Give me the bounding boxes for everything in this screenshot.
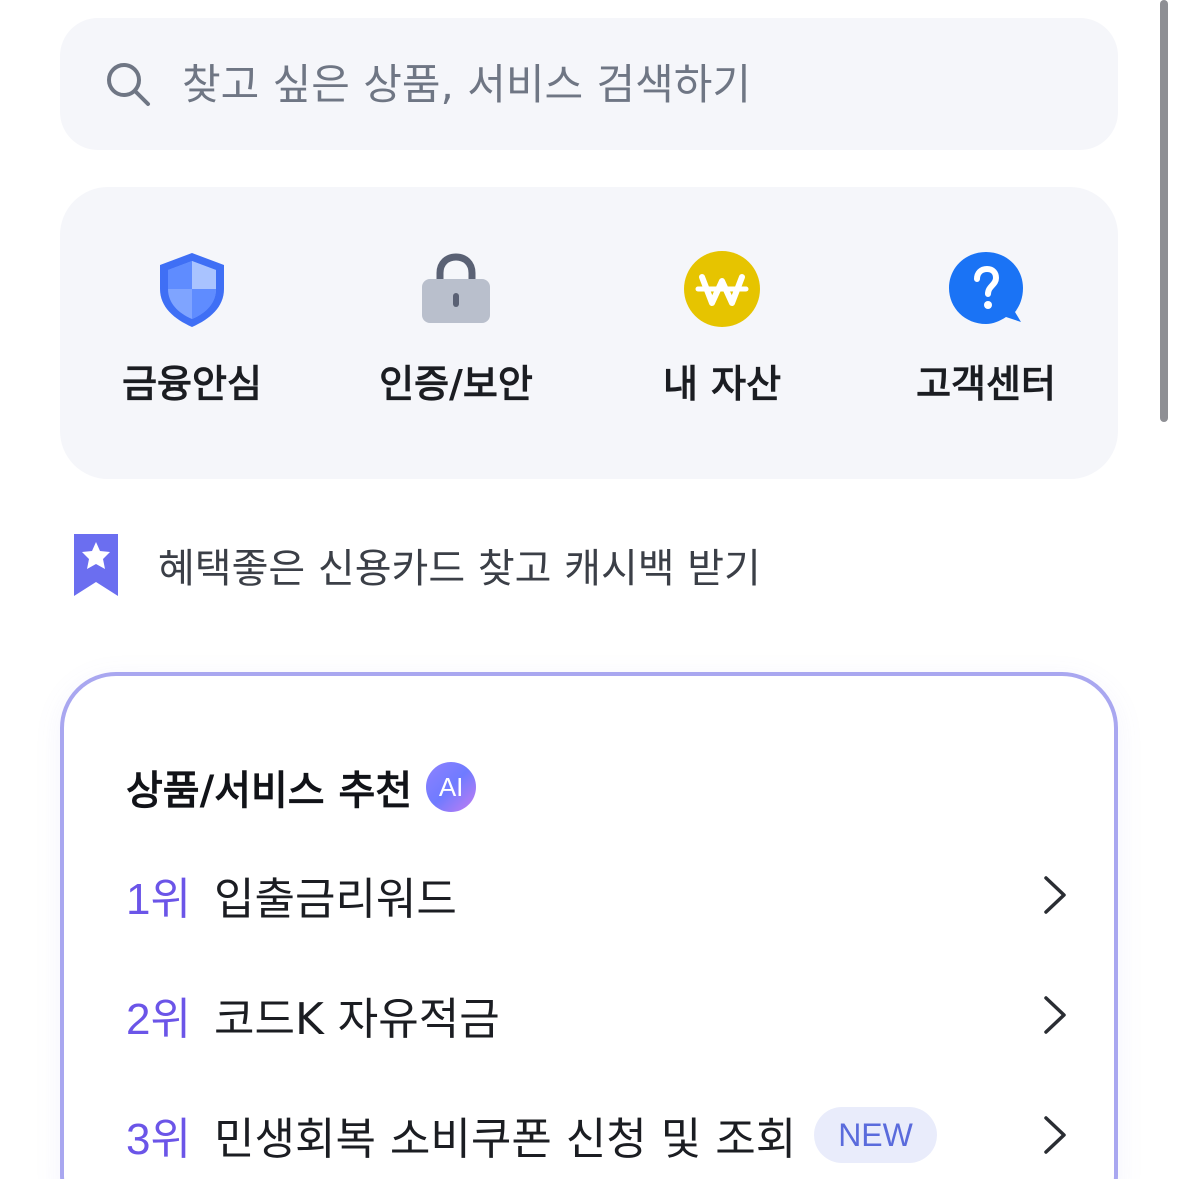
quick-menu-auth-security[interactable]: 인증/보안 [324, 187, 588, 479]
quick-menu-customer-center[interactable]: 고객센터 [854, 187, 1118, 479]
search-input[interactable] [182, 59, 1062, 109]
lock-icon [422, 253, 490, 323]
recommendation-title: 상품/서비스 추천 [126, 768, 413, 814]
rank-label: 3위 [126, 1115, 191, 1164]
recommendation-card: 상품/서비스 추천 AI 1위 입출금리워드 2위 코드K 자유적금 3위 민생… [60, 672, 1118, 1179]
recommendation-header: 상품/서비스 추천 AI [126, 758, 477, 816]
bookmark-star-icon [74, 534, 118, 596]
chevron-right-icon [1044, 876, 1066, 914]
help-bubble-icon [949, 252, 1023, 324]
promo-text: 혜택좋은 신용카드 찾고 캐시백 받기 [158, 546, 761, 592]
search-bar[interactable] [60, 18, 1118, 150]
rank-label: 2위 [126, 995, 191, 1044]
quick-menu-label: 내 자산 [662, 362, 782, 406]
chevron-right-icon [1044, 996, 1066, 1034]
item-name: 입출금리워드 [214, 874, 457, 925]
recommendation-item[interactable]: 1위 입출금리워드 [126, 860, 1066, 930]
item-name: 코드K 자유적금 [214, 994, 500, 1045]
quick-menu-financial-safety[interactable]: 금융안심 [60, 187, 324, 479]
new-badge: NEW [814, 1107, 937, 1163]
quick-menu-my-assets[interactable]: 내 자산 [590, 187, 854, 479]
quick-menu-label: 고객센터 [916, 362, 1056, 406]
promo-banner[interactable]: 혜택좋은 신용카드 찾고 캐시백 받기 [72, 532, 761, 598]
rank-label: 1위 [126, 875, 191, 924]
scrollbar[interactable] [1160, 0, 1168, 422]
item-name: 민생회복 소비쿠폰 신청 및 조회 [214, 1114, 797, 1165]
won-coin-icon [684, 251, 760, 327]
ai-badge: AI [426, 762, 477, 812]
quick-menu: 금융안심 인증/보안 내 자산 고객센터 [60, 187, 1118, 479]
shield-icon [160, 253, 224, 327]
quick-menu-label: 인증/보안 [379, 362, 533, 406]
recommendation-item[interactable]: 2위 코드K 자유적금 [126, 980, 1066, 1050]
quick-menu-label: 금융안심 [122, 362, 262, 406]
recommendation-item[interactable]: 3위 민생회복 소비쿠폰 신청 및 조회 NEW [126, 1100, 1066, 1170]
search-icon [107, 63, 150, 106]
chevron-right-icon [1044, 1116, 1066, 1154]
